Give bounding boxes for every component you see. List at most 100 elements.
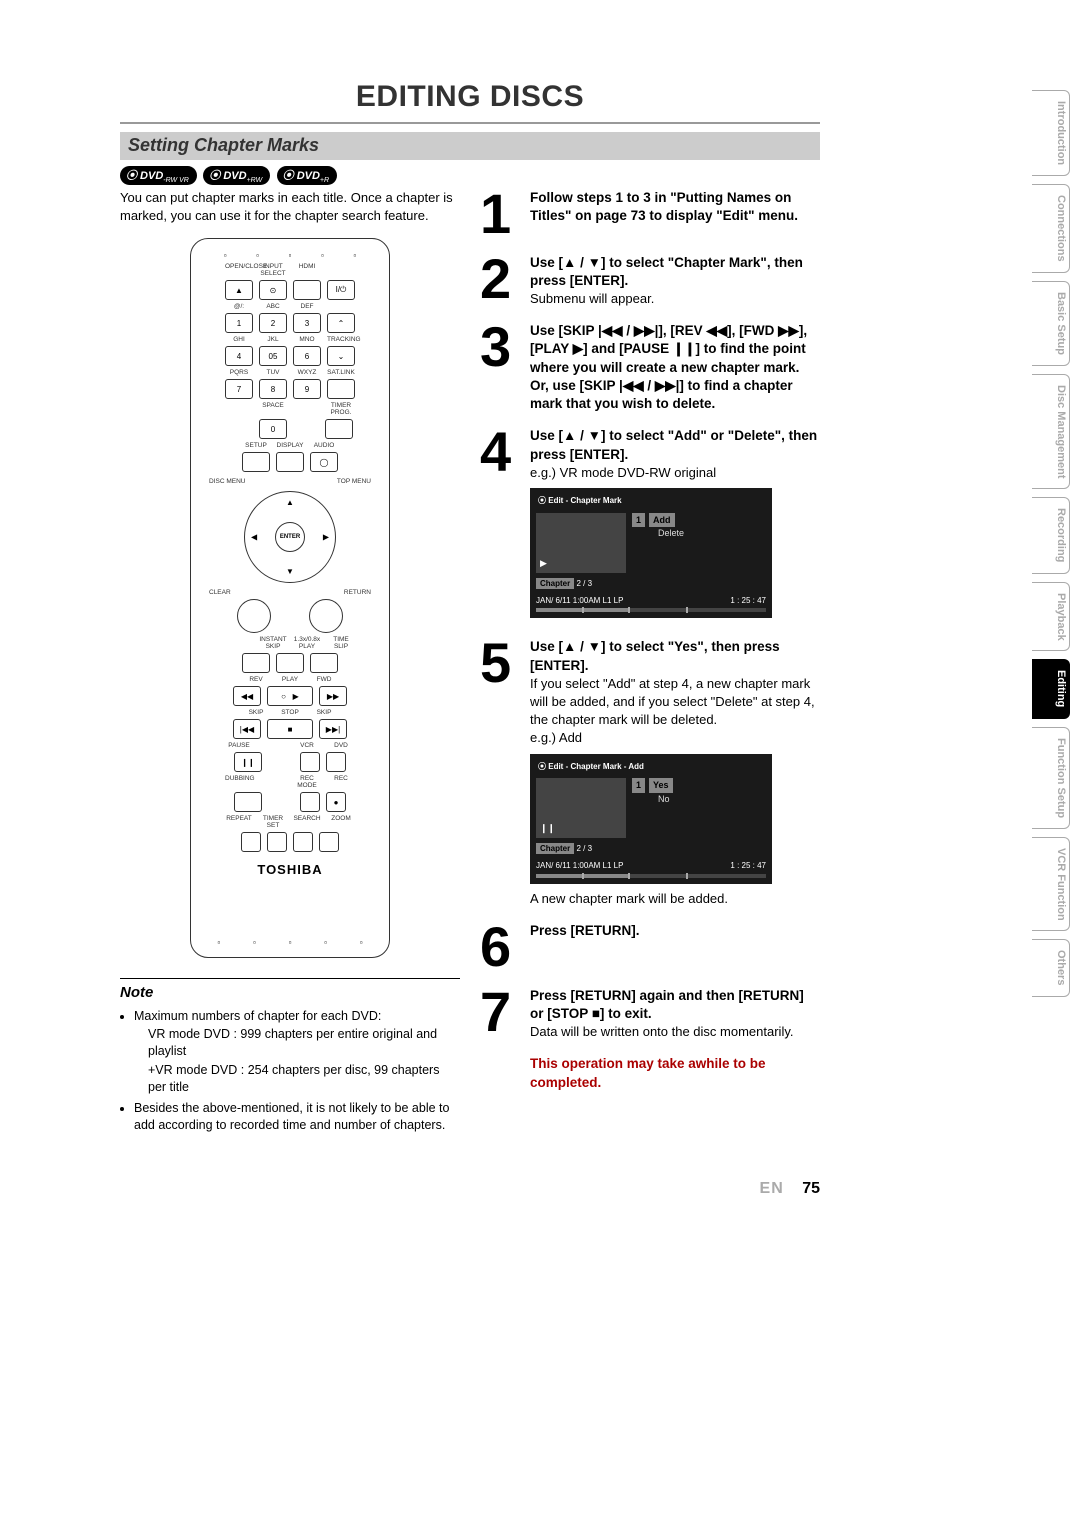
remote-4[interactable]: 4 [225, 346, 253, 366]
remote-skip-back[interactable]: |◀◀ [233, 719, 261, 739]
tab-connections[interactable]: Connections [1032, 184, 1070, 273]
remote-rev[interactable]: ◀◀ [233, 686, 261, 706]
osd-option-delete[interactable]: Delete [654, 527, 688, 539]
remote-timer-prog[interactable] [325, 419, 353, 439]
remote-9[interactable]: 9 [293, 379, 321, 399]
osd-time: 1 : 25 : 47 [730, 596, 766, 607]
remote-clear[interactable] [237, 599, 271, 633]
remote-instant-skip[interactable] [242, 653, 270, 673]
tab-recording[interactable]: Recording [1032, 497, 1070, 573]
section-header: Setting Chapter Marks [120, 132, 820, 160]
intro-text: You can put chapter marks in each title.… [120, 189, 460, 224]
remote-input-select[interactable]: ⊙ [259, 280, 287, 300]
tab-introduction[interactable]: Introduction [1032, 90, 1070, 176]
remote-1[interactable]: 1 [225, 313, 253, 333]
remote-setup[interactable] [242, 452, 270, 472]
remote-vcr[interactable] [300, 752, 320, 772]
osd-option-no[interactable]: No [654, 793, 674, 805]
remote-zoom[interactable] [319, 832, 339, 852]
osd-chapter-label: Chapter [536, 578, 574, 589]
remote-tracking-up[interactable]: ⌃ [327, 313, 355, 333]
badge-dvd-rw-vr: ⦿ DVD-RW VR [120, 166, 197, 185]
step-4: 4 Use [▲ / ▼] to select "Add" or "Delete… [480, 427, 820, 624]
step-subtext: e.g.) VR mode DVD-RW original [530, 465, 716, 480]
remote-2[interactable]: 2 [259, 313, 287, 333]
osd-progress [536, 608, 766, 612]
tab-disc-management[interactable]: Disc Management [1032, 374, 1070, 490]
step-text: Use [▲ / ▼] to select "Add" or "Delete",… [530, 428, 817, 461]
remote-satlink[interactable] [327, 379, 355, 399]
osd-option-yes[interactable]: Yes [649, 778, 673, 792]
remote-rec[interactable]: ● [326, 792, 346, 812]
step-text: Press [RETURN]. [530, 923, 640, 938]
step-subtext: Submenu will appear. [530, 291, 654, 306]
warning-text: This operation may take awhile to be com… [530, 1055, 820, 1091]
osd-chapter-value: 2 / 3 [576, 844, 592, 853]
osd-menu: 1Yes No [632, 778, 766, 855]
badge-dvd-plus-rw: ⦿ DVD+RW [203, 166, 270, 185]
remote-stop[interactable]: ■ [267, 719, 313, 739]
remote-navpad[interactable]: ENTER ▲ ▼ ◀ ▶ [244, 491, 336, 583]
step-number: 4 [480, 427, 520, 624]
osd-title: Edit - Chapter Mark - Add [548, 762, 644, 771]
remote-pause[interactable]: ❙❙ [234, 752, 262, 772]
remote-return[interactable] [309, 599, 343, 633]
title-rule [120, 122, 820, 124]
remote-8[interactable]: 8 [259, 379, 287, 399]
tab-function-setup[interactable]: Function Setup [1032, 727, 1070, 829]
step-number: 6 [480, 922, 520, 972]
remote-enter[interactable]: ENTER [275, 522, 305, 552]
remote-hdmi[interactable] [293, 280, 321, 300]
badge-dvd-plus-r: ⦿ DVD+R [277, 166, 337, 185]
remote-play[interactable]: ○ ▶ [267, 686, 313, 706]
tab-playback[interactable]: Playback [1032, 582, 1070, 652]
note-item: Maximum numbers of chapter for each DVD:… [134, 1008, 460, 1096]
step-text: Use [SKIP |◀◀ / ▶▶|], [REV ◀◀], [FWD ▶▶]… [530, 323, 807, 411]
tab-editing[interactable]: Editing [1032, 659, 1070, 718]
step-1: 1 Follow steps 1 to 3 in "Putting Names … [480, 189, 820, 239]
remote-6[interactable]: 6 [293, 346, 321, 366]
tab-others[interactable]: Others [1032, 939, 1070, 996]
disc-icon: ⦿ [538, 496, 546, 505]
remote-0[interactable]: 0 [259, 419, 287, 439]
remote-power[interactable]: I/⏻ [327, 280, 355, 300]
remote-7[interactable]: 7 [225, 379, 253, 399]
note-item: Besides the above-mentioned, it is not l… [134, 1100, 460, 1134]
remote-time-slip[interactable] [310, 653, 338, 673]
remote-top-menu-label: TOP MENU [337, 478, 371, 485]
page-footer: EN 75 [760, 1180, 820, 1198]
osd-info: JAN/ 6/11 1:00AM L1 LP [536, 861, 623, 872]
tab-basic-setup[interactable]: Basic Setup [1032, 281, 1070, 366]
remote-skip-fwd[interactable]: ▶▶| [319, 719, 347, 739]
note-box: Note Maximum numbers of chapter for each… [120, 978, 460, 1133]
remote-audio[interactable]: ◯ [310, 452, 338, 472]
remote-fwd[interactable]: ▶▶ [319, 686, 347, 706]
remote-timer-set[interactable] [267, 832, 287, 852]
remote-recmode[interactable] [300, 792, 320, 812]
step-subtext: e.g.) Add [530, 730, 582, 745]
remote-repeat[interactable] [241, 832, 261, 852]
remote-dvd[interactable] [326, 752, 346, 772]
side-tabs: Introduction Connections Basic Setup Dis… [1032, 90, 1070, 997]
tab-vcr-function[interactable]: VCR Function [1032, 837, 1070, 932]
footer-lang: EN [760, 1180, 784, 1197]
remote-tracking-down[interactable]: ⌄ [327, 346, 355, 366]
remote-3[interactable]: 3 [293, 313, 321, 333]
osd-screen-1: ⦿ Edit - Chapter Mark ▶ Chapter 2 / 3 1A… [530, 488, 772, 618]
footer-page-number: 75 [802, 1180, 820, 1197]
step-text: Use [▲ / ▼] to select "Chapter Mark", th… [530, 255, 803, 288]
remote-open-close[interactable]: ▲ [225, 280, 253, 300]
remote-13x-play[interactable] [276, 653, 304, 673]
osd-title: Edit - Chapter Mark [548, 496, 621, 505]
remote-search[interactable] [293, 832, 313, 852]
remote-display[interactable] [276, 452, 304, 472]
osd-menu: 1Add Delete [632, 513, 766, 590]
remote-5[interactable]: 05 [259, 346, 287, 366]
osd-option-add[interactable]: Add [649, 513, 675, 527]
osd-chapter-label: Chapter [536, 843, 574, 854]
disc-badges: ⦿ DVD-RW VR ⦿ DVD+RW ⦿ DVD+R [120, 166, 820, 185]
remote-return-label: RETURN [344, 589, 371, 596]
remote-dubbing[interactable] [234, 792, 262, 812]
osd-progress [536, 874, 766, 878]
osd-chapter-value: 2 / 3 [576, 579, 592, 588]
